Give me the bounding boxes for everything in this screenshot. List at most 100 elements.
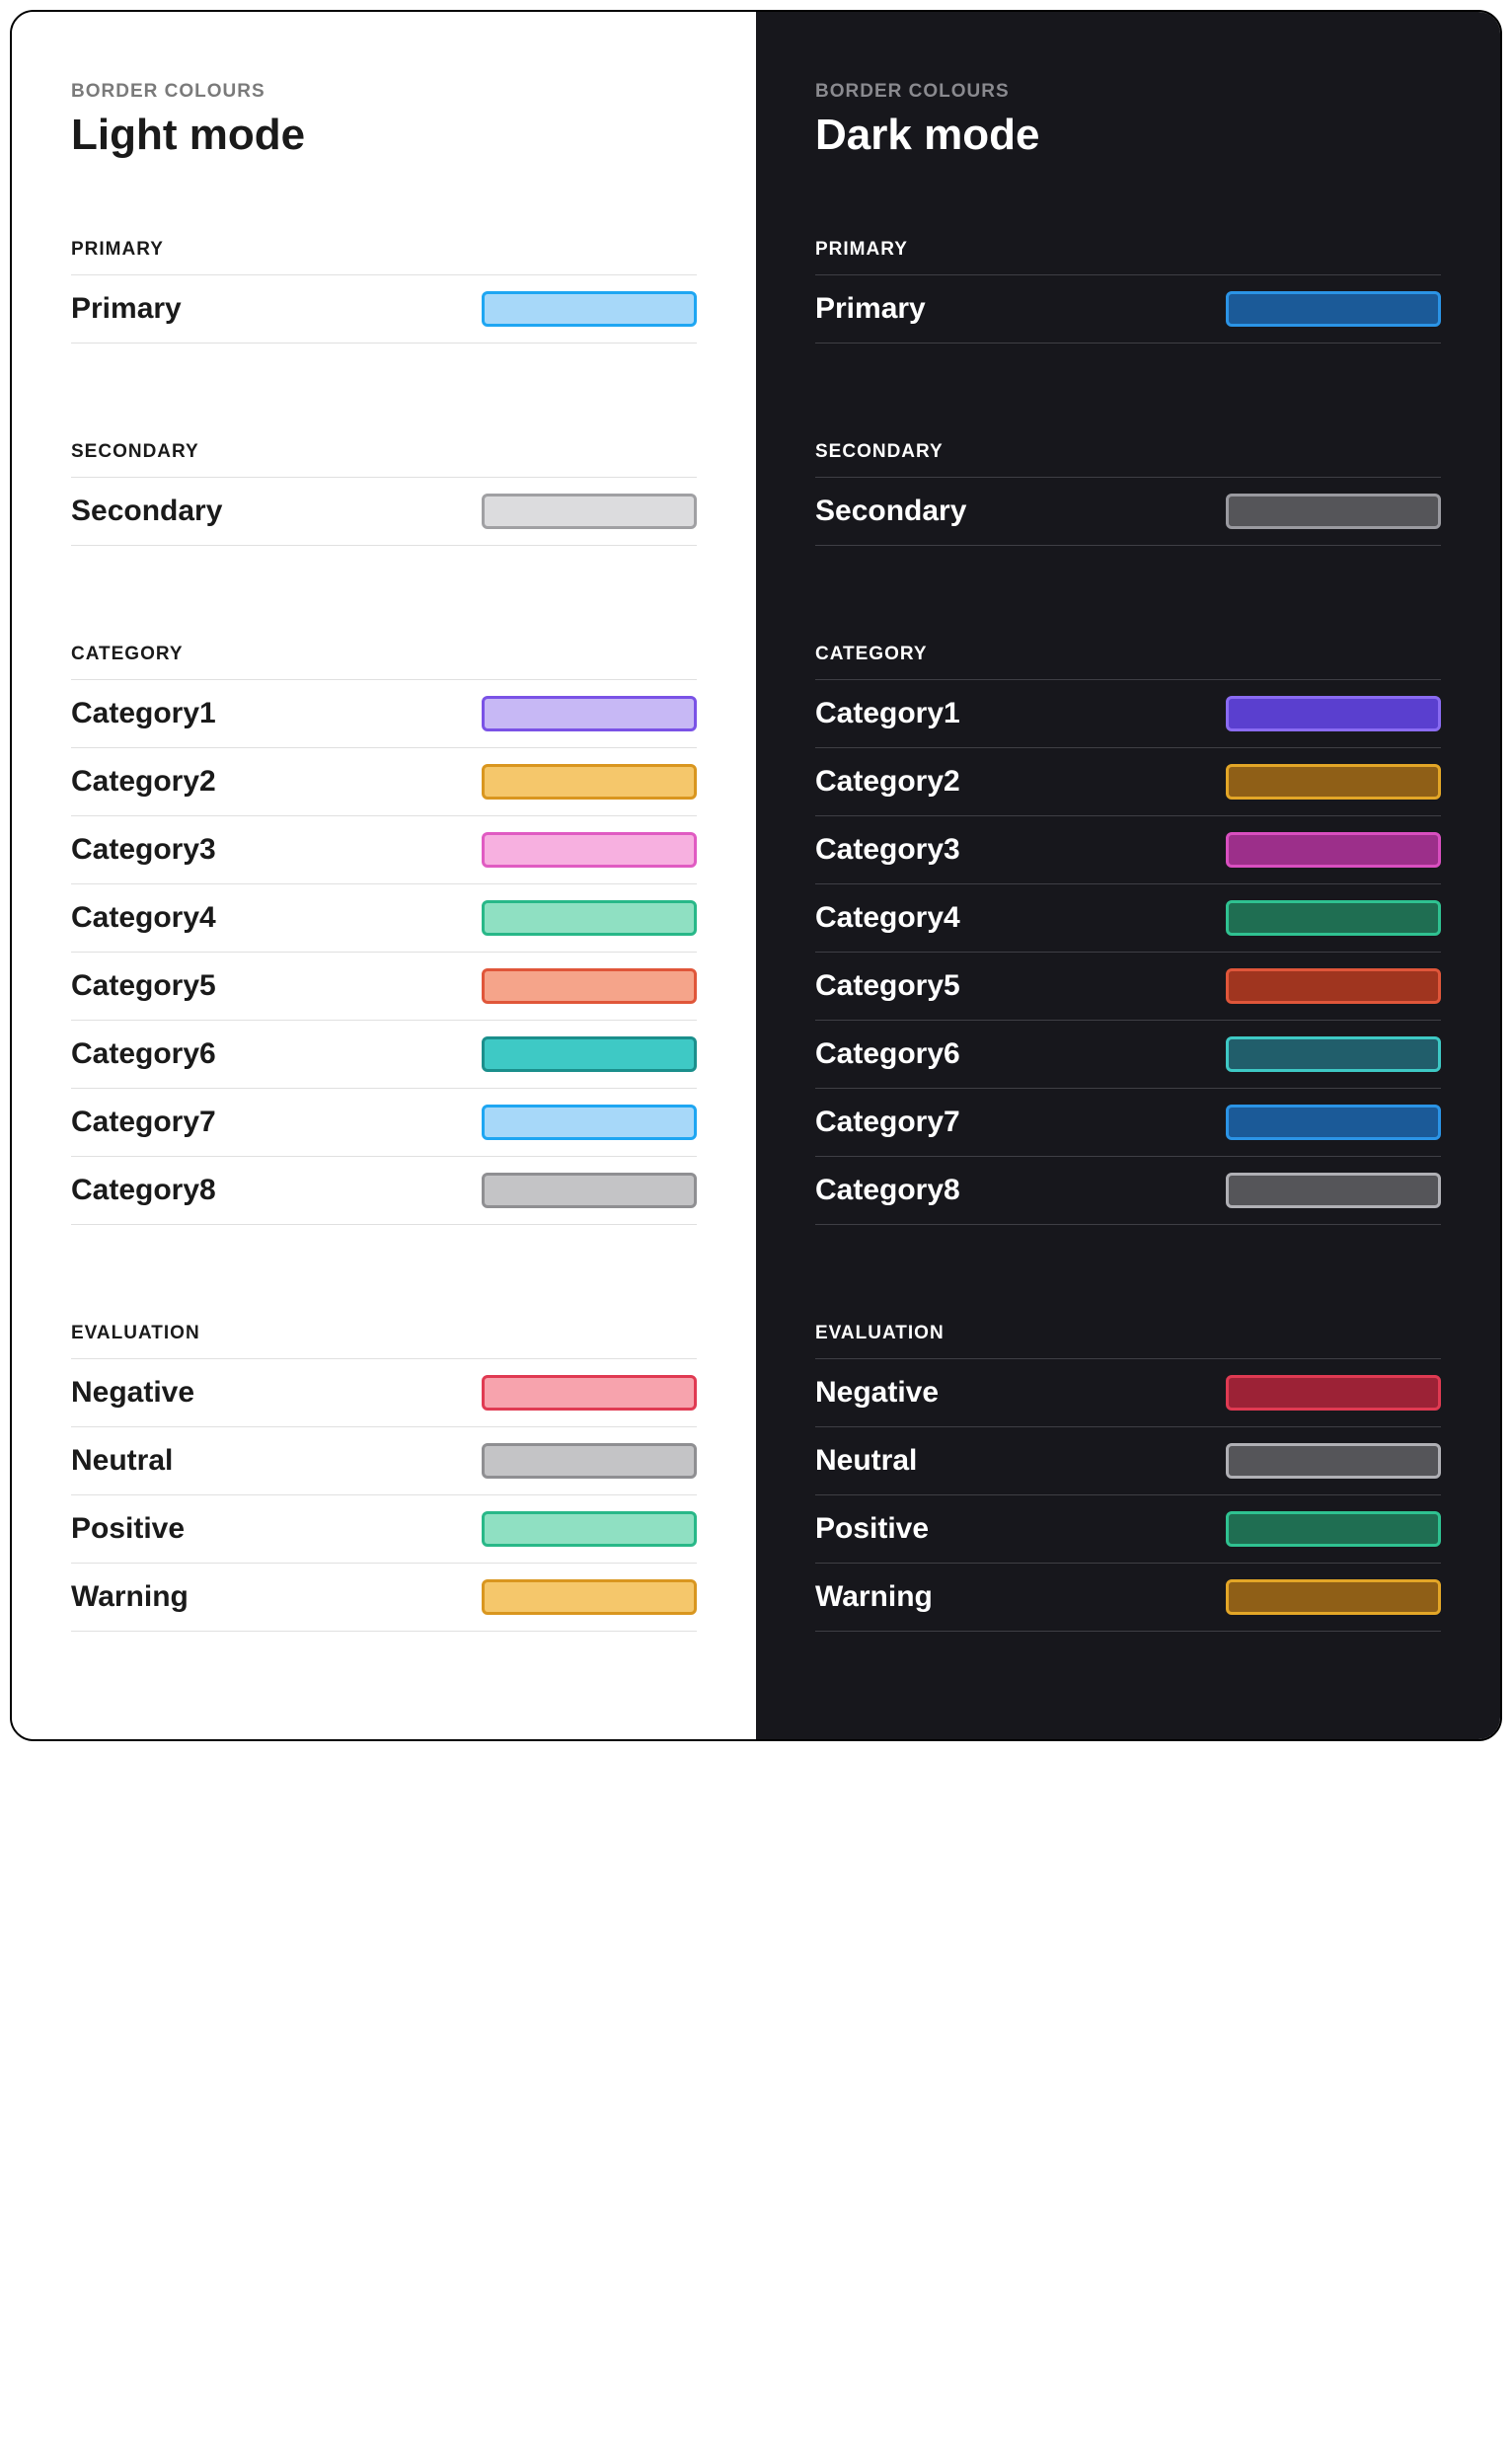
color-label: Positive xyxy=(815,1512,929,1546)
color-spec-container: BORDER COLOURS Light mode PRIMARY Primary… xyxy=(10,10,1502,1741)
color-label: Neutral xyxy=(71,1444,173,1478)
color-row: Neutral xyxy=(815,1426,1441,1495)
color-swatch xyxy=(1226,968,1441,1004)
color-label: Category1 xyxy=(71,697,216,730)
color-swatch xyxy=(482,832,697,868)
sections-light: PRIMARY Primary SECONDARYSecondary CATEGORY… xyxy=(71,239,697,1632)
panel-title: Dark mode xyxy=(815,111,1441,160)
color-swatch xyxy=(1226,696,1441,731)
panel-title: Light mode xyxy=(71,111,697,160)
color-label: Category2 xyxy=(815,765,960,799)
color-label: Category3 xyxy=(71,833,216,867)
color-swatch xyxy=(482,1579,697,1615)
section: EVALUATION Negative Neutral Positive Warning xyxy=(815,1323,1441,1632)
eyebrow-label: BORDER COLOURS xyxy=(71,81,697,103)
color-row: Category2 xyxy=(815,747,1441,816)
color-row: Category7 xyxy=(71,1088,697,1157)
color-row: Category8 xyxy=(815,1156,1441,1225)
section: SECONDARYSecondary xyxy=(71,441,697,546)
color-label: Category6 xyxy=(815,1037,960,1071)
color-swatch xyxy=(1226,1579,1441,1615)
color-label: Category5 xyxy=(71,969,216,1003)
color-label: Secondary xyxy=(815,495,966,528)
section: SECONDARY Secondary xyxy=(815,441,1441,546)
color-label: Secondary xyxy=(71,495,222,528)
color-row: Category4 xyxy=(71,883,697,953)
color-row: Negative xyxy=(71,1358,697,1427)
color-label: Warning xyxy=(71,1580,189,1614)
color-label: Primary xyxy=(815,292,926,326)
color-row: Warning xyxy=(71,1563,697,1632)
color-row: Category4 xyxy=(815,883,1441,953)
color-label: Category7 xyxy=(71,1106,216,1139)
color-row: Secondary xyxy=(815,477,1441,546)
color-swatch xyxy=(1226,1375,1441,1411)
section: PRIMARY Primary xyxy=(815,239,1441,344)
color-swatch xyxy=(1226,1105,1441,1140)
color-label: Category7 xyxy=(815,1106,960,1139)
color-label: Category3 xyxy=(815,833,960,867)
color-row: Negative xyxy=(815,1358,1441,1427)
section-title: CATEGORY xyxy=(71,644,697,665)
section: EVALUATION Negative Neutral Positive Warning xyxy=(71,1323,697,1632)
color-swatch xyxy=(482,1375,697,1411)
color-label: Warning xyxy=(815,1580,933,1614)
light-mode-panel: BORDER COLOURS Light mode PRIMARY Primary… xyxy=(12,12,756,1739)
color-row: Category6 xyxy=(71,1020,697,1089)
color-swatch xyxy=(482,494,697,529)
color-swatch xyxy=(482,968,697,1004)
color-label: Category1 xyxy=(815,697,960,730)
color-row: Category8 xyxy=(71,1156,697,1225)
color-label: Negative xyxy=(815,1376,939,1410)
color-label: Category8 xyxy=(71,1174,216,1207)
color-label: Positive xyxy=(71,1512,185,1546)
color-row: Category6 xyxy=(815,1020,1441,1089)
color-row: Category1 xyxy=(815,679,1441,748)
section: PRIMARY Primary xyxy=(71,239,697,344)
color-row: Category2 xyxy=(71,747,697,816)
color-swatch xyxy=(482,1511,697,1547)
color-label: Primary xyxy=(71,292,182,326)
color-label: Category5 xyxy=(815,969,960,1003)
color-row: Category5 xyxy=(815,952,1441,1021)
color-swatch xyxy=(1226,1511,1441,1547)
color-row: Category3 xyxy=(815,815,1441,884)
color-label: Category6 xyxy=(71,1037,216,1071)
color-row: Primary xyxy=(815,274,1441,344)
color-swatch xyxy=(482,1036,697,1072)
color-row: Primary xyxy=(71,274,697,344)
eyebrow-label: BORDER COLOURS xyxy=(815,81,1441,103)
color-swatch xyxy=(1226,764,1441,800)
color-row: Secondary xyxy=(71,477,697,546)
color-row: Category5 xyxy=(71,952,697,1021)
color-label: Category2 xyxy=(71,765,216,799)
color-swatch xyxy=(482,900,697,936)
color-swatch xyxy=(1226,494,1441,529)
color-row: Positive xyxy=(815,1494,1441,1564)
section-title: PRIMARY xyxy=(815,239,1441,261)
color-row: Category3 xyxy=(71,815,697,884)
color-swatch xyxy=(482,1173,697,1208)
section-title: EVALUATION xyxy=(815,1323,1441,1344)
color-swatch xyxy=(1226,900,1441,936)
color-swatch xyxy=(1226,832,1441,868)
color-label: Category8 xyxy=(815,1174,960,1207)
color-row: Positive xyxy=(71,1494,697,1564)
dark-mode-panel: BORDER COLOURS Dark mode PRIMARY Primary S… xyxy=(756,12,1500,1739)
color-row: Category1 xyxy=(71,679,697,748)
section: CATEGORY Category1 Category2 Category3 Categ… xyxy=(71,644,697,1225)
color-swatch xyxy=(1226,1173,1441,1208)
section-title: CATEGORY xyxy=(815,644,1441,665)
color-swatch xyxy=(1226,1443,1441,1479)
color-swatch xyxy=(482,696,697,731)
color-label: Neutral xyxy=(815,1444,917,1478)
color-label: Category4 xyxy=(815,901,960,935)
color-label: Negative xyxy=(71,1376,194,1410)
section-title: PRIMARY xyxy=(71,239,697,261)
section-title: EVALUATION xyxy=(71,1323,697,1344)
color-row: Category7 xyxy=(815,1088,1441,1157)
color-row: Neutral xyxy=(71,1426,697,1495)
section-title: SECONDARY xyxy=(815,441,1441,463)
color-swatch xyxy=(1226,1036,1441,1072)
section: CATEGORY Category1 Category2 Category3 Categ… xyxy=(815,644,1441,1225)
